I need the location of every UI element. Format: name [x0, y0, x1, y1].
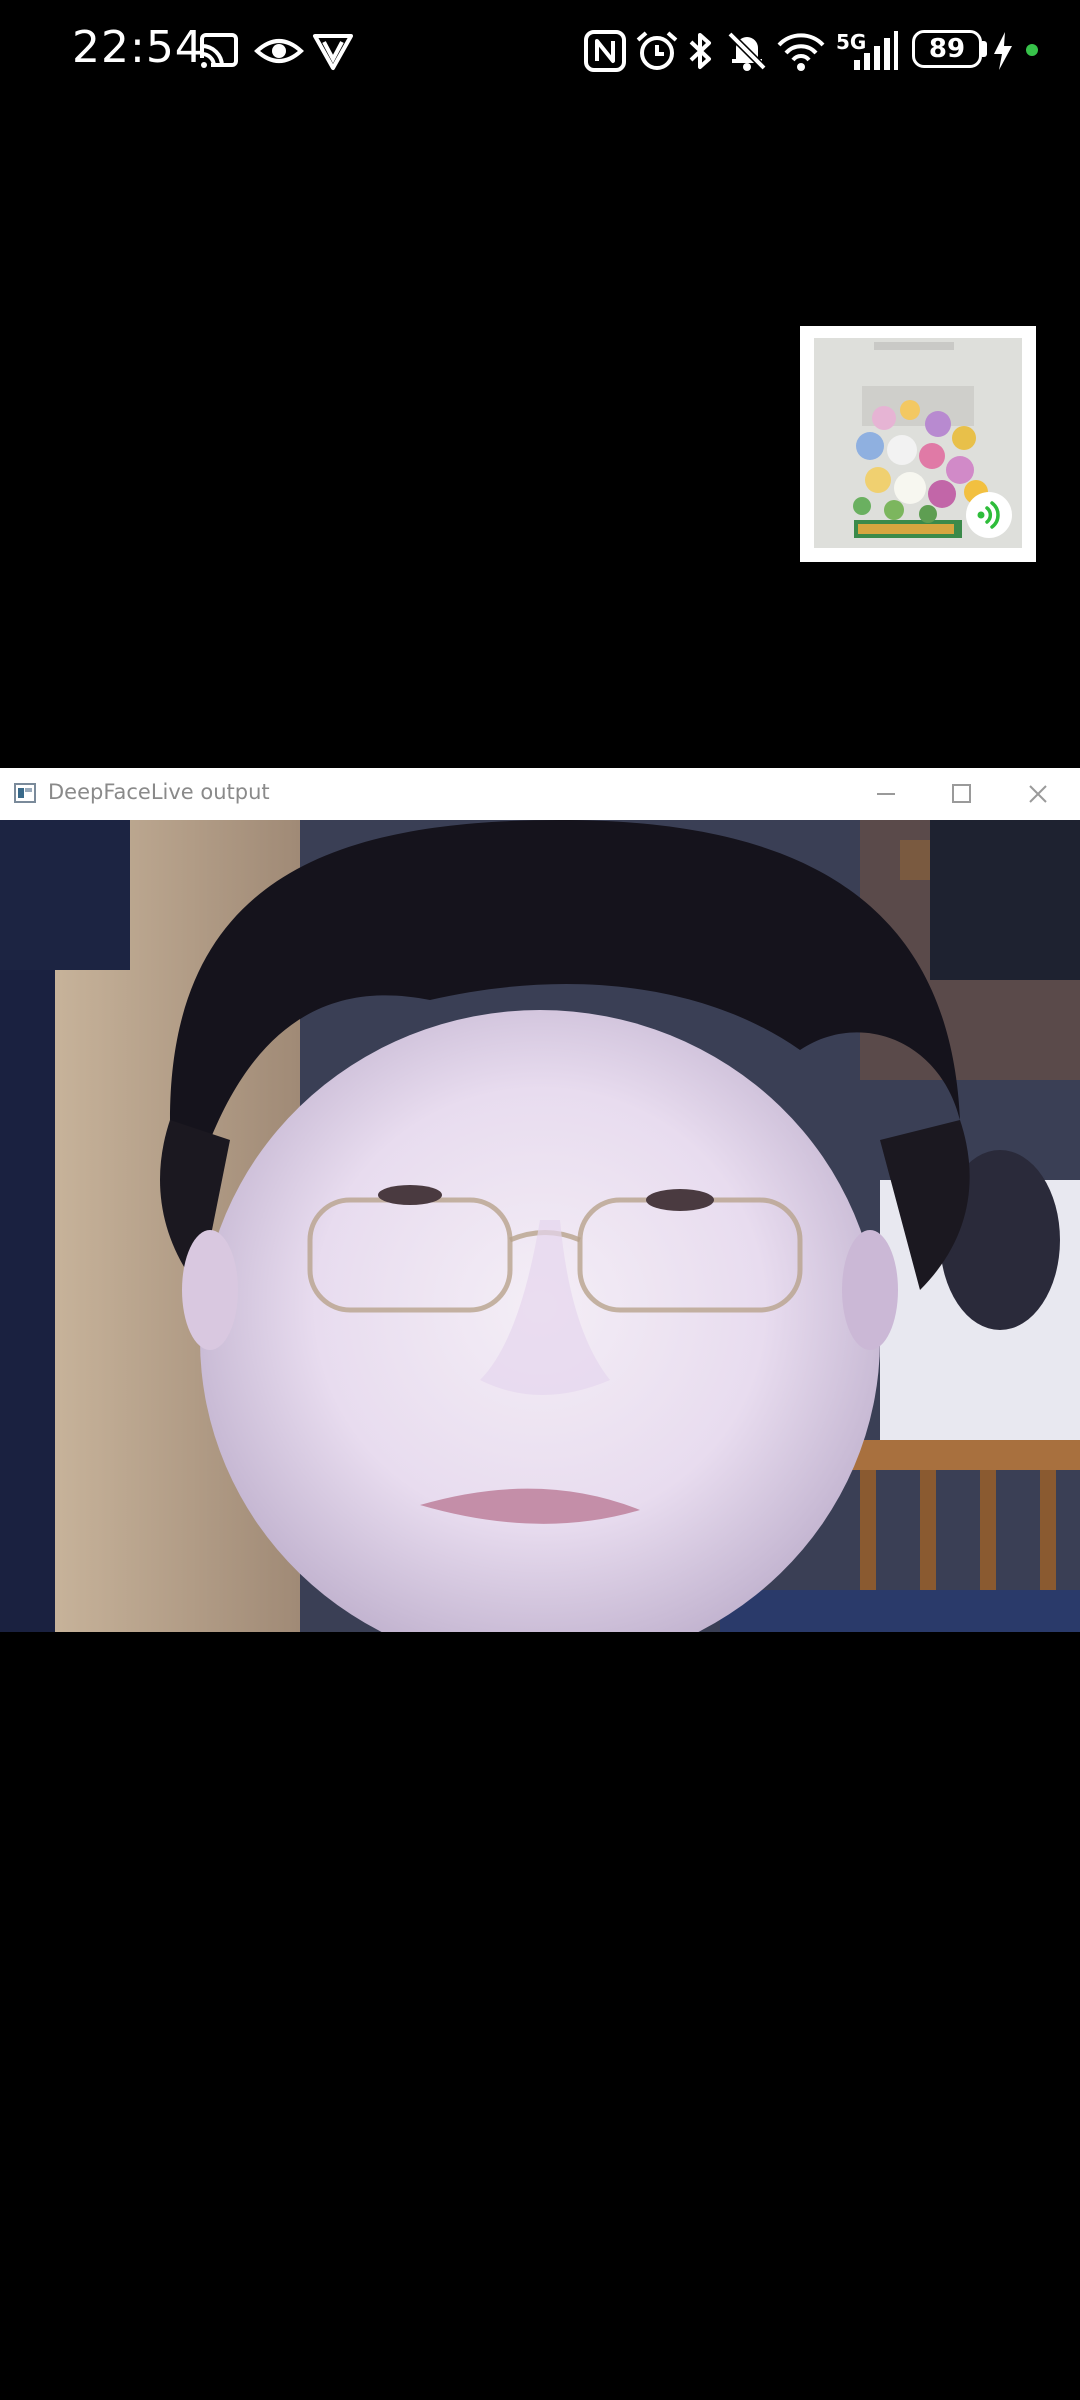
speaker-icon [977, 501, 1000, 529]
close-button[interactable] [1000, 768, 1076, 820]
window-title: DeepFaceLive output [48, 780, 270, 804]
eye-icon [254, 39, 304, 63]
vpn-icon [313, 34, 353, 70]
person-video-frame [0, 820, 1080, 1632]
minimize-icon [877, 793, 895, 795]
screen: 22:54 5G 89 DeepFaceLive output [0, 0, 1080, 2400]
charging-icon [994, 32, 1012, 70]
remote-video-thumbnail [814, 338, 1022, 548]
wifi-icon [777, 33, 825, 71]
nfc-icon [584, 30, 626, 72]
maximize-button[interactable] [924, 768, 1000, 820]
minimize-button[interactable] [848, 768, 924, 820]
alarm-icon [636, 31, 678, 70]
close-icon [1029, 785, 1047, 803]
status-bar: 22:54 5G 89 [0, 0, 1080, 100]
battery-level: 89 [912, 30, 982, 68]
status-time: 22:54 [72, 22, 204, 73]
bluetooth-icon [689, 33, 711, 69]
speaker-badge[interactable] [966, 492, 1012, 538]
webcam-video-feed [0, 820, 1080, 1632]
privacy-indicator-dot [1026, 44, 1038, 56]
mute-icon [727, 31, 767, 71]
app-window-icon [14, 783, 36, 803]
maximize-icon [952, 784, 971, 803]
floating-call-window[interactable] [800, 326, 1036, 562]
signal-icon [854, 31, 898, 70]
window-titlebar[interactable]: DeepFaceLive output [0, 768, 1080, 821]
battery-tip [982, 41, 987, 57]
cast-icon [199, 33, 238, 70]
deepfacelive-output-window[interactable]: DeepFaceLive output [0, 768, 1080, 1632]
